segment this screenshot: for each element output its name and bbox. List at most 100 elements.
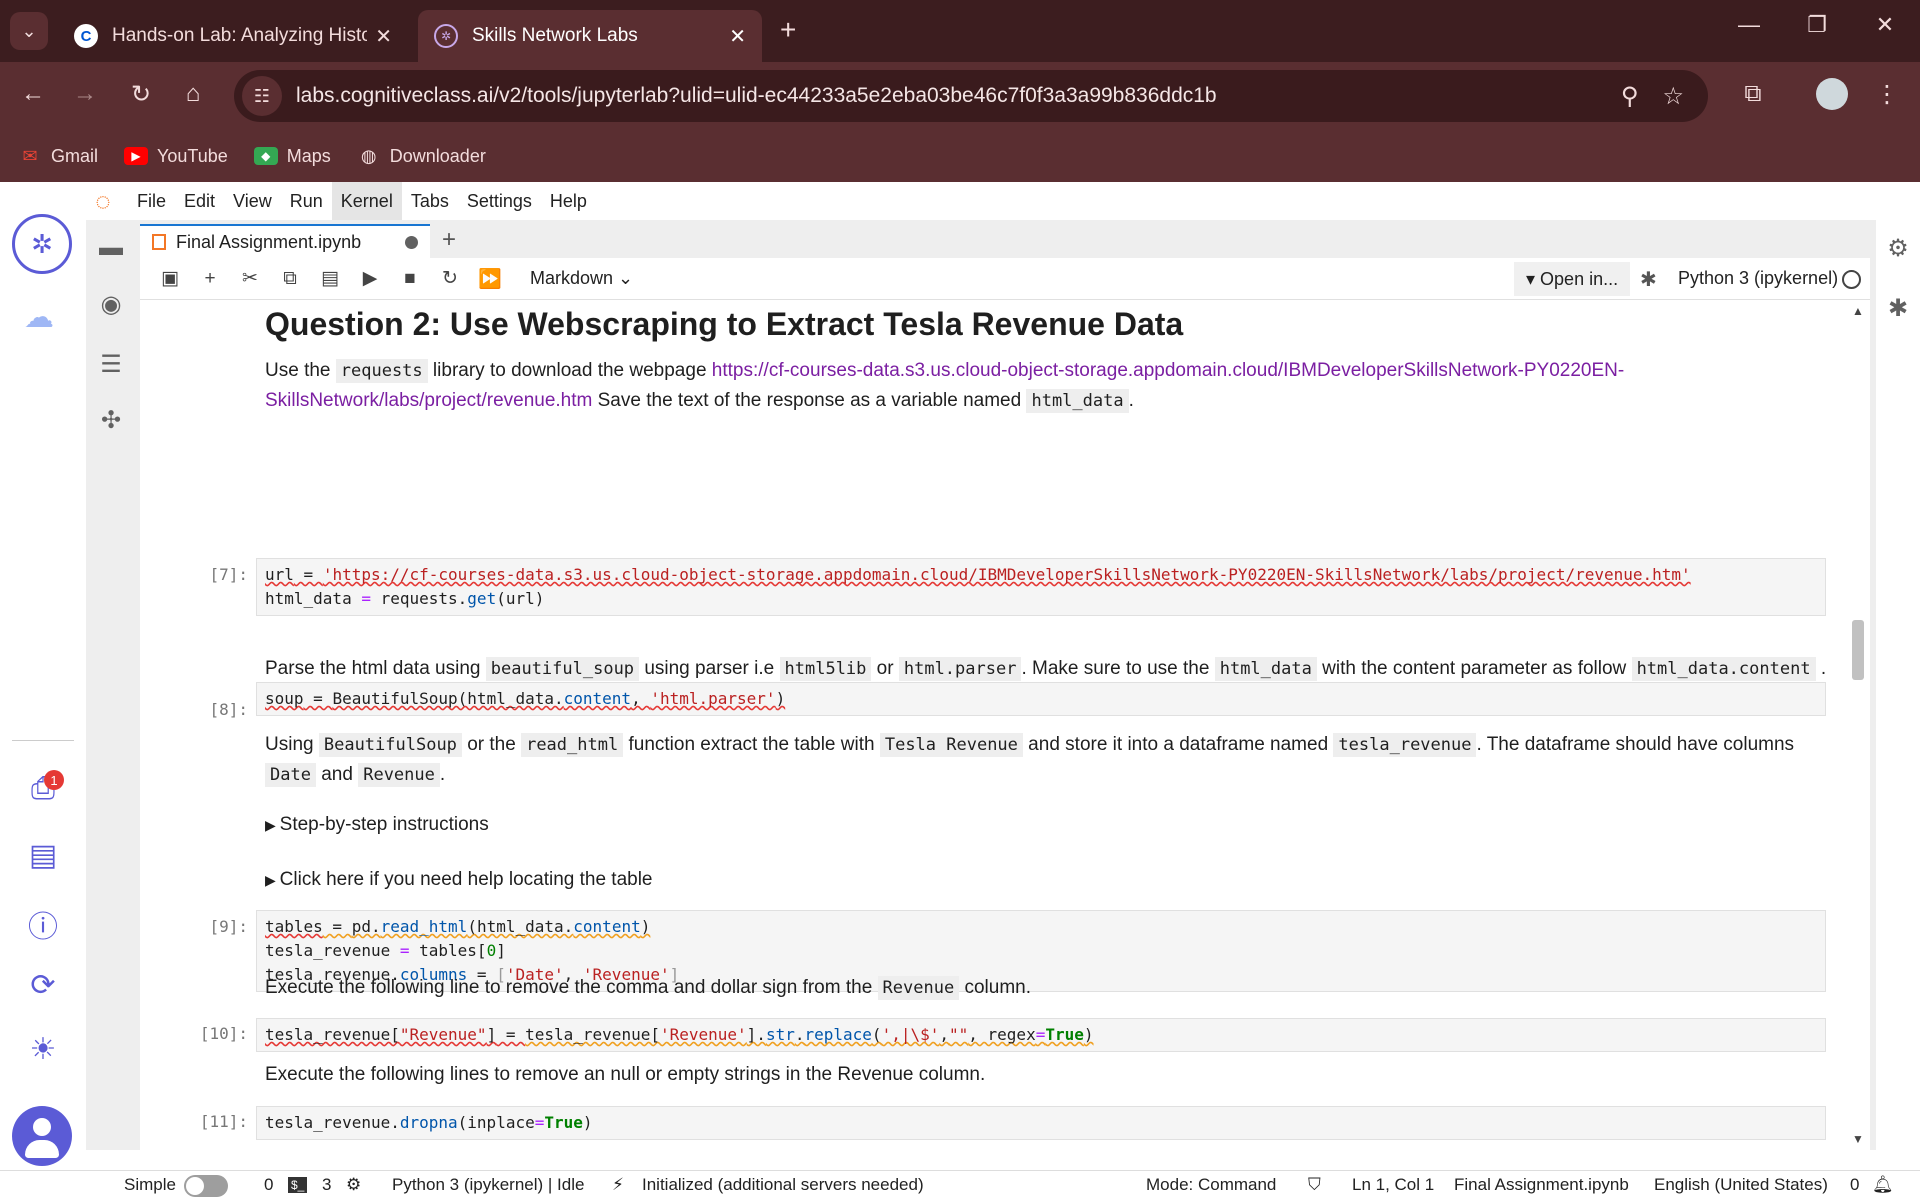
zoom-icon[interactable]: ⚲: [1621, 82, 1639, 111]
reload-icon[interactable]: ↻: [124, 80, 158, 109]
code-cell-11[interactable]: tesla_revenue.dropna(inplace=True): [256, 1106, 1826, 1140]
new-tab-button[interactable]: +: [780, 14, 796, 46]
notification-bell-icon[interactable]: 🔔︎: [1872, 1175, 1894, 1195]
insert-cell-icon[interactable]: +: [190, 268, 230, 290]
extensions-puzzle-icon[interactable]: ✣: [94, 406, 128, 435]
notebook-tab[interactable]: Final Assignment.ipynb: [140, 224, 430, 258]
url-text[interactable]: labs.cognitiveclass.ai/v2/tools/jupyterl…: [296, 84, 1621, 108]
terminal-icon[interactable]: $_: [288, 1177, 308, 1193]
trusted-shield-icon[interactable]: ⛉: [1308, 1175, 1321, 1195]
markdown-cell-parse[interactable]: Parse the html data using beautiful_soup…: [265, 654, 1835, 684]
scroll-up-arrow-icon[interactable]: ▲: [1852, 304, 1864, 318]
close-tab-icon[interactable]: ✕: [729, 24, 746, 49]
skills-network-logo-icon[interactable]: ✲: [12, 214, 72, 274]
simple-mode-toggle[interactable]: [184, 1175, 228, 1197]
details-step-by-step[interactable]: Step-by-step instructions: [265, 814, 489, 836]
code-token: "": [949, 1025, 969, 1044]
markdown-cell-heading[interactable]: Question 2: Use Webscraping to Extract T…: [265, 304, 1835, 344]
folder-icon[interactable]: ▬: [94, 234, 128, 262]
menu-kernel[interactable]: Kernel: [331, 182, 402, 220]
restart-icon[interactable]: ↻: [430, 267, 470, 290]
site-info-icon[interactable]: ☷: [242, 76, 282, 116]
markdown-cell-dropna[interactable]: Execute the following lines to remove an…: [265, 1060, 1835, 1090]
code-token: ,: [631, 689, 651, 708]
code-token: replace: [804, 1025, 872, 1044]
stop-icon[interactable]: ■: [390, 268, 430, 290]
code-cell-8[interactable]: soup = BeautifulSoup(html_data.content, …: [256, 682, 1826, 716]
browser-menu-icon[interactable]: ⋮: [1870, 80, 1904, 109]
minimize-window-icon[interactable]: —: [1724, 12, 1774, 38]
sync-icon[interactable]: ⟳: [22, 968, 64, 1003]
markdown-cell-instructions[interactable]: Use the requests library to download the…: [265, 356, 1835, 416]
debugger-toggle-icon[interactable]: ✱: [1640, 267, 1657, 292]
menu-settings[interactable]: Settings: [458, 182, 541, 220]
help-icon[interactable]: ⓘ: [22, 902, 64, 946]
lsp-status-text[interactable]: Initialized (additional servers needed): [642, 1175, 924, 1195]
maps-icon: ◆: [253, 147, 278, 165]
code-token: =: [1035, 1025, 1046, 1044]
spellcheck-language[interactable]: English (United States): [1654, 1175, 1828, 1195]
code-token: tables[: [409, 941, 487, 960]
user-avatar-icon[interactable]: [12, 1106, 72, 1166]
menu-view[interactable]: View: [224, 182, 281, 220]
theme-sun-icon[interactable]: ☀: [22, 1032, 64, 1067]
copy-icon[interactable]: ⧉: [270, 268, 310, 290]
restore-window-icon[interactable]: ❐: [1792, 12, 1842, 38]
forward-icon[interactable]: →: [68, 80, 102, 108]
scroll-down-arrow-icon[interactable]: ▼: [1852, 1132, 1864, 1146]
markdown-cell-extract[interactable]: Using BeautifulSoup or the read_html fun…: [265, 730, 1835, 790]
cell-type-select[interactable]: Markdown ⌄: [530, 268, 633, 289]
new-launcher-button[interactable]: +: [430, 224, 468, 258]
address-bar[interactable]: ☷ labs.cognitiveclass.ai/v2/tools/jupyte…: [234, 70, 1708, 122]
details-help-locating-table[interactable]: Click here if you need help locating the…: [265, 869, 653, 891]
inline-code: html_data: [1026, 389, 1129, 413]
code-cell-10[interactable]: tesla_revenue["Revenue"] = tesla_revenue…: [256, 1018, 1826, 1052]
kernel-status-text[interactable]: Python 3 (ipykernel) | Idle: [392, 1175, 584, 1195]
menu-tabs[interactable]: Tabs: [402, 182, 458, 220]
bookmark-downloader[interactable]: ◍ Downloader: [357, 146, 486, 167]
home-icon[interactable]: ⌂: [176, 80, 210, 108]
bookmark-youtube[interactable]: ▶ YouTube: [124, 146, 228, 167]
notebook-panel[interactable]: Question 2: Use Webscraping to Extract T…: [140, 300, 1846, 1150]
back-icon[interactable]: ←: [16, 80, 50, 108]
menu-run[interactable]: Run: [281, 182, 332, 220]
save-icon[interactable]: ▣: [150, 267, 190, 290]
menu-file[interactable]: File: [128, 182, 175, 220]
bookmark-maps[interactable]: ◆ Maps: [253, 145, 331, 167]
ai-assistant-icon[interactable]: ☁: [24, 300, 54, 335]
open-in-button[interactable]: ▾ Open in...: [1514, 262, 1631, 296]
close-window-icon[interactable]: ✕: [1860, 12, 1910, 38]
unsaved-indicator-icon[interactable]: [405, 235, 418, 249]
code-token: read_html: [380, 917, 468, 936]
close-tab-icon[interactable]: ✕: [375, 24, 392, 49]
run-all-icon[interactable]: ⏩: [470, 267, 510, 291]
debugger-bug-icon[interactable]: ✱: [1884, 294, 1912, 323]
gmail-icon: ✉: [22, 145, 38, 166]
running-kernels-icon[interactable]: ◉: [94, 290, 128, 319]
bookmark-gmail[interactable]: ✉ Gmail: [18, 146, 98, 167]
cut-icon[interactable]: ✂: [230, 267, 270, 290]
browser-tab-skills-network-labs[interactable]: ✲ Skills Network Labs ✕: [418, 10, 762, 62]
code-token: dropna: [399, 1113, 458, 1132]
browser-tab-hands-on-lab[interactable]: C Hands-on Lab: Analyzing Histor ✕: [58, 10, 408, 62]
kernel-selector[interactable]: Python 3 (ipykernel): [1678, 268, 1838, 289]
notebook-scrollbar[interactable]: ▲ ▼: [1846, 300, 1870, 1150]
menu-help[interactable]: Help: [541, 182, 596, 220]
scroll-thumb[interactable]: [1852, 620, 1864, 680]
kernel-gear-icon[interactable]: ⚙: [346, 1175, 361, 1195]
bookmark-star-icon[interactable]: ☆: [1662, 82, 1684, 111]
tab-title: Skills Network Labs: [472, 25, 638, 46]
code-cell-7[interactable]: url = 'https://cf-courses-data.s3.us.clo…: [256, 558, 1826, 616]
bookmark-label: Maps: [286, 145, 331, 166]
paste-icon[interactable]: ▤: [310, 267, 350, 290]
menu-edit[interactable]: Edit: [175, 182, 224, 220]
cursor-position[interactable]: Ln 1, Col 1: [1352, 1175, 1434, 1195]
markdown-cell-remove-comma[interactable]: Execute the following line to remove the…: [265, 973, 1835, 1003]
property-inspector-gear-icon[interactable]: ⚙: [1884, 234, 1912, 263]
news-icon[interactable]: ▤: [22, 838, 64, 873]
profile-avatar[interactable]: [1816, 78, 1848, 110]
run-icon[interactable]: ▶: [350, 267, 390, 290]
extensions-icon[interactable]: ⧉: [1736, 80, 1770, 108]
table-of-contents-icon[interactable]: ☰: [94, 350, 128, 379]
tab-search-button[interactable]: ⌄: [10, 12, 48, 50]
